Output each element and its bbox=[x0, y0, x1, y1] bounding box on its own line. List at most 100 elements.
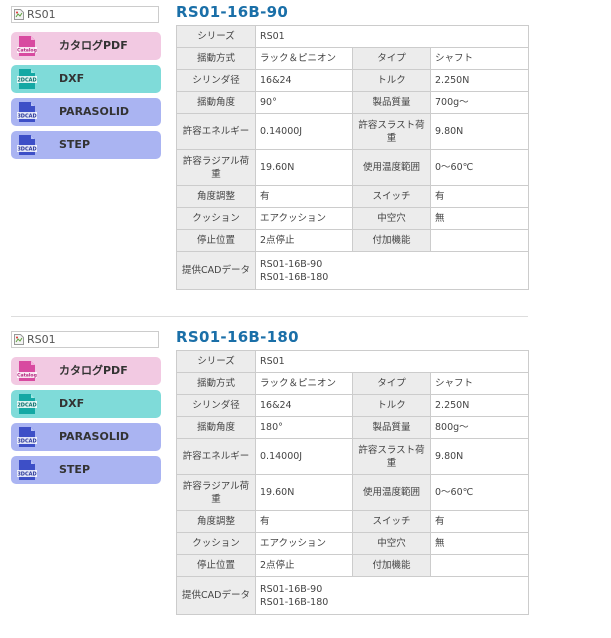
spec-value: 2点停止 bbox=[255, 554, 353, 577]
spec-key: 許容ラジアル荷重 bbox=[176, 474, 256, 511]
spec-value: 90° bbox=[255, 91, 353, 114]
spec-value: 無 bbox=[429, 532, 530, 555]
dxf-label: DXF bbox=[59, 72, 85, 85]
spec-key: トルク bbox=[352, 394, 431, 417]
spec-row: シリンダ径 16&24 トルク 2.250N bbox=[176, 394, 530, 417]
spec-value: 2.250N bbox=[429, 394, 530, 417]
spec-key: 許容エネルギー bbox=[176, 113, 256, 150]
product-title: RS01-16B-90 bbox=[176, 3, 289, 21]
3dcad-icon bbox=[16, 101, 38, 123]
parasolid-button[interactable]: PARASOLID bbox=[11, 98, 161, 126]
spec-key: クッション bbox=[176, 532, 256, 555]
spec-value: シャフト bbox=[429, 372, 530, 395]
spec-row: 揺動角度 180° 製品質量 800g～ bbox=[176, 416, 530, 439]
catalog-pdf-button[interactable]: カタログPDF bbox=[11, 357, 161, 385]
spec-row: 角度調整 有 スイッチ 有 bbox=[176, 185, 530, 208]
spec-value: 19.60N bbox=[255, 474, 353, 511]
spec-key: 中空穴 bbox=[352, 207, 431, 230]
spec-row: 揺動方式 ラック＆ピニオン タイプ シャフト bbox=[176, 47, 530, 70]
step-button[interactable]: STEP bbox=[11, 131, 161, 159]
spec-value: 2.250N bbox=[429, 69, 530, 92]
spec-key: 許容エネルギー bbox=[176, 438, 256, 475]
dxf-button[interactable]: DXF bbox=[11, 390, 161, 418]
cad-file-item: RS01-16B-180 bbox=[260, 271, 329, 283]
spec-key: タイプ bbox=[352, 47, 431, 70]
broken-image-icon bbox=[14, 9, 24, 20]
spec-row: 許容ラジアル荷重 19.60N 使用温度範囲 0～60℃ bbox=[176, 474, 530, 511]
3dcad-icon bbox=[16, 459, 38, 481]
spec-value: 0～60℃ bbox=[429, 474, 530, 511]
spec-row: 許容エネルギー 0.14000J 許容スラスト荷重 9.80N bbox=[176, 438, 530, 475]
spec-value: 有 bbox=[429, 510, 530, 533]
3dcad-icon bbox=[16, 134, 38, 156]
spec-row: 停止位置 2点停止 付加機能 bbox=[176, 554, 530, 577]
spec-row: 角度調整 有 スイッチ 有 bbox=[176, 510, 530, 533]
spec-value: 700g～ bbox=[429, 91, 530, 114]
spec-value: RS01 bbox=[254, 350, 530, 373]
spec-key: 提供CADデータ bbox=[176, 576, 256, 615]
spec-key: シリーズ bbox=[176, 350, 256, 373]
spec-value: 19.60N bbox=[255, 149, 353, 186]
spec-value: 0.14000J bbox=[255, 438, 353, 475]
broken-image-icon bbox=[14, 334, 24, 345]
2dcad-icon bbox=[16, 68, 38, 90]
step-button[interactable]: STEP bbox=[11, 456, 161, 484]
spec-key: クッション bbox=[176, 207, 256, 230]
catalog-pdf-button[interactable]: カタログPDF bbox=[11, 32, 161, 60]
spec-key: 角度調整 bbox=[176, 185, 256, 208]
spec-key: 揺動方式 bbox=[176, 47, 256, 70]
product-title: RS01-16B-180 bbox=[176, 328, 299, 346]
catalog-icon bbox=[16, 360, 38, 382]
3dcad-icon bbox=[16, 426, 38, 448]
spec-key: シリーズ bbox=[176, 25, 256, 48]
spec-key: 提供CADデータ bbox=[176, 251, 256, 290]
spec-key: タイプ bbox=[352, 372, 431, 395]
spec-row: シリンダ径 16&24 トルク 2.250N bbox=[176, 69, 530, 92]
spec-key: 揺動角度 bbox=[176, 91, 256, 114]
spec-row: 許容エネルギー 0.14000J 許容スラスト荷重 9.80N bbox=[176, 113, 530, 150]
dxf-label: DXF bbox=[59, 397, 85, 410]
spec-value: エアクッション bbox=[255, 207, 353, 230]
spec-key: 揺動角度 bbox=[176, 416, 256, 439]
spec-key: シリンダ径 bbox=[176, 394, 256, 417]
spec-value: 有 bbox=[429, 185, 530, 208]
spec-table: シリーズ RS01 揺動方式 ラック＆ピニオン タイプ シャフト シリンダ径 1… bbox=[176, 25, 530, 290]
product-image[interactable]: RS01 bbox=[11, 6, 159, 23]
catalog-pdf-label: カタログPDF bbox=[59, 364, 128, 377]
product-divider bbox=[11, 316, 528, 317]
spec-row: シリーズ RS01 bbox=[176, 350, 530, 373]
parasolid-label: PARASOLID bbox=[59, 430, 130, 443]
dxf-button[interactable]: DXF bbox=[11, 65, 161, 93]
spec-value: 16&24 bbox=[255, 69, 353, 92]
spec-key: 製品質量 bbox=[352, 416, 431, 439]
product-image-alt: RS01 bbox=[27, 8, 56, 21]
parasolid-button[interactable]: PARASOLID bbox=[11, 423, 161, 451]
spec-key: 停止位置 bbox=[176, 229, 256, 252]
product-image-alt: RS01 bbox=[27, 333, 56, 346]
spec-key: 揺動方式 bbox=[176, 372, 256, 395]
step-label: STEP bbox=[59, 138, 91, 151]
cad-file-item: RS01-16B-90 bbox=[260, 583, 323, 595]
spec-row: シリーズ RS01 bbox=[176, 25, 530, 48]
step-label: STEP bbox=[59, 463, 91, 476]
cad-file-item: RS01-16B-180 bbox=[260, 596, 329, 608]
catalog-pdf-label: カタログPDF bbox=[59, 39, 128, 52]
spec-value: RS01 bbox=[254, 25, 530, 48]
spec-row: 停止位置 2点停止 付加機能 bbox=[176, 229, 530, 252]
spec-value: 有 bbox=[255, 510, 353, 533]
spec-key: 許容ラジアル荷重 bbox=[176, 149, 256, 186]
parasolid-label: PARASOLID bbox=[59, 105, 130, 118]
spec-key: 許容スラスト荷重 bbox=[352, 113, 431, 150]
spec-key: 角度調整 bbox=[176, 510, 256, 533]
spec-value: 9.80N bbox=[429, 113, 530, 150]
cad-file-list: RS01-16B-90 RS01-16B-180 bbox=[254, 251, 530, 290]
spec-key: 付加機能 bbox=[352, 554, 431, 577]
spec-value bbox=[429, 554, 530, 577]
spec-value: 0.14000J bbox=[255, 113, 353, 150]
spec-value: シャフト bbox=[429, 47, 530, 70]
spec-key: スイッチ bbox=[352, 185, 431, 208]
spec-value: 有 bbox=[255, 185, 353, 208]
product-image[interactable]: RS01 bbox=[11, 331, 159, 348]
spec-row: クッション エアクッション 中空穴 無 bbox=[176, 532, 530, 555]
spec-key: 付加機能 bbox=[352, 229, 431, 252]
